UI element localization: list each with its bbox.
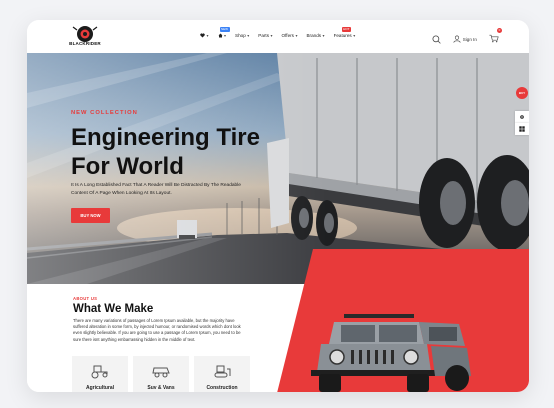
- side-toolbar: [515, 111, 529, 135]
- brand-name: BLACKRIDER: [69, 41, 101, 46]
- tractor-icon: [91, 365, 108, 379]
- sign-in-label: Sign In: [462, 36, 477, 42]
- grid-icon: [519, 126, 525, 132]
- chevron-down-icon: ▾: [206, 33, 209, 38]
- about-text: There are many variations of passages of…: [73, 318, 241, 342]
- hero-title-line2: For World: [71, 153, 184, 180]
- settings-tool-button[interactable]: [515, 111, 529, 123]
- chevron-down-icon: ▾: [247, 33, 250, 38]
- main-nav: ▾ NEW ▾ Shop ▾ Parts ▾ Offers ▾ Brands ▾: [200, 27, 364, 38]
- nav-item-features[interactable]: HOT Features ▾: [333, 27, 356, 38]
- nav-item-parts[interactable]: Parts ▾: [258, 33, 272, 38]
- nav-item-shop[interactable]: Shop ▾: [235, 33, 249, 38]
- hero-kicker: NEW COLLECTION: [71, 110, 138, 116]
- user-icon: [453, 35, 461, 43]
- brand-logo[interactable]: BLACKRIDER: [69, 25, 101, 49]
- jeep-image: [311, 314, 471, 392]
- layout-tool-button[interactable]: [515, 123, 529, 135]
- nav-item-wishlist[interactable]: ▾: [200, 33, 209, 38]
- gear-icon: [520, 115, 524, 119]
- nav-item-label: Features: [333, 33, 352, 38]
- cart-count-badge: 0: [497, 28, 502, 33]
- chevron-down-icon: ▾: [224, 33, 227, 38]
- category-card-construction[interactable]: Construction: [194, 356, 250, 392]
- nav-item-brands[interactable]: Brands ▾: [306, 33, 324, 38]
- category-card-agricultural[interactable]: Agricultural: [72, 356, 128, 392]
- about-kicker: ABOUT US: [73, 296, 98, 301]
- bulldozer-icon: [214, 365, 231, 378]
- chevron-down-icon: ▾: [270, 33, 273, 38]
- floating-buy-button[interactable]: BUY: [516, 87, 528, 99]
- cart-button[interactable]: 0: [489, 28, 502, 48]
- nav-item-home[interactable]: NEW ▾: [218, 27, 230, 38]
- nav-badge-new: NEW: [219, 26, 230, 32]
- buy-now-button[interactable]: BUY NOW: [71, 208, 110, 223]
- hero-description: It Is A Long Established Fact That A Rea…: [71, 183, 241, 196]
- hero-title: Engineering Tire For World: [71, 123, 301, 181]
- header-actions: Sign In 0: [432, 28, 502, 48]
- nav-item-offers[interactable]: Offers ▾: [282, 33, 298, 38]
- hero-title-line1: Engineering Tire: [71, 124, 260, 151]
- chevron-down-icon: ▾: [295, 33, 298, 38]
- cart-icon: [489, 34, 499, 43]
- about-section: ABOUT US What We Make There are many var…: [27, 249, 529, 392]
- category-list: Agricultural Suv & Vans Construction: [72, 356, 250, 392]
- browser-frame: BLACKRIDER ▾ NEW ▾ Shop ▾ Parts ▾ Offers: [27, 20, 529, 392]
- chevron-down-icon: ▾: [322, 33, 325, 38]
- heart-icon: [200, 33, 205, 38]
- nav-item-label: Offers: [281, 33, 294, 38]
- sign-in-link[interactable]: Sign In: [453, 35, 477, 43]
- nav-item-label: Parts: [258, 33, 270, 38]
- category-label: Agricultural: [85, 385, 115, 391]
- category-label: Construction: [206, 385, 238, 391]
- nav-item-label: Brands: [306, 33, 322, 38]
- nav-badge-hot: HOT: [341, 26, 351, 32]
- site-header: BLACKRIDER ▾ NEW ▾ Shop ▾ Parts ▾ Offers: [27, 20, 529, 53]
- nav-item-label: Shop: [235, 33, 246, 38]
- about-title: What We Make: [73, 303, 154, 315]
- suv-icon: [152, 367, 170, 378]
- chevron-down-icon: ▾: [353, 33, 356, 38]
- search-icon[interactable]: [432, 34, 441, 44]
- home-icon: [218, 33, 223, 38]
- category-label: Suv & Vans: [147, 385, 175, 391]
- category-card-suv[interactable]: Suv & Vans: [133, 356, 189, 392]
